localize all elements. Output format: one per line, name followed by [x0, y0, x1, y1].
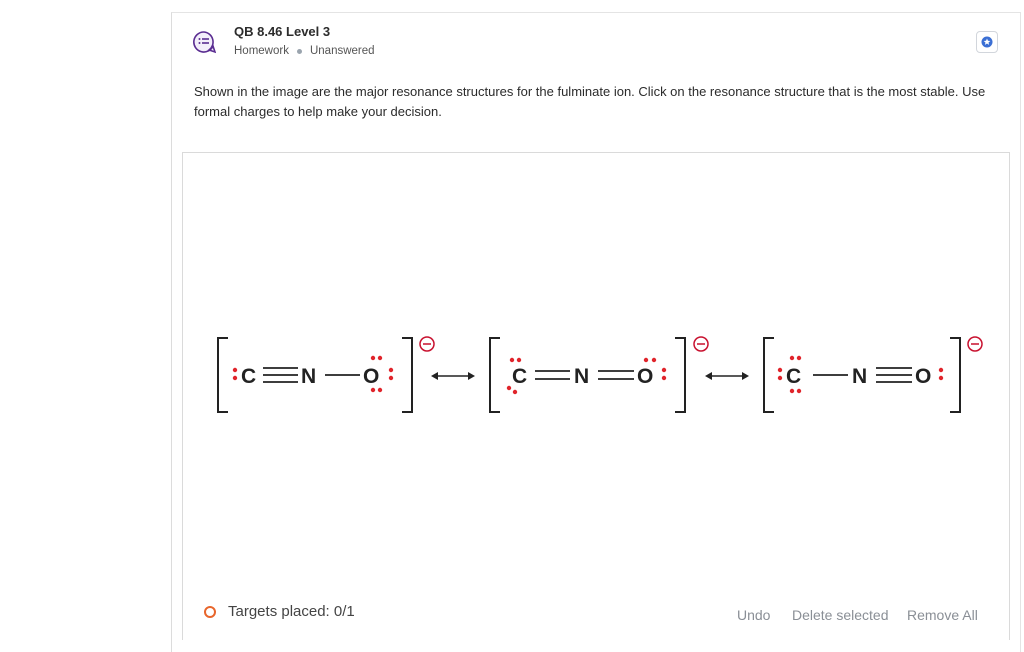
atom-o: O [363, 365, 379, 388]
triple-bond [876, 367, 912, 383]
triple-bond [263, 367, 298, 383]
negative-charge-icon [967, 336, 983, 352]
right-bracket [950, 337, 961, 413]
question-meta: Homework Unanswered [234, 45, 375, 57]
resonance-structure-1[interactable]: C N O [210, 330, 445, 420]
resonance-arrow-icon [431, 372, 475, 380]
resonance-structure-3[interactable]: C N O [756, 330, 991, 420]
question-list-icon [193, 31, 216, 54]
negative-charge-icon [693, 336, 709, 352]
resonance-structure-2[interactable]: C N O [482, 330, 717, 420]
delete-selected-button[interactable]: Delete selected [792, 607, 889, 623]
double-bond [598, 370, 634, 380]
left-bracket [217, 337, 228, 413]
targets-label: Targets placed: 0/1 [228, 603, 355, 620]
lone-pair-dots [938, 367, 944, 381]
negative-charge-icon [419, 336, 435, 352]
resonance-arrow-icon [705, 372, 749, 380]
atom-o: O [637, 365, 653, 388]
lone-pair-dots [232, 367, 238, 381]
left-bracket [763, 337, 774, 413]
question-status: Unanswered [309, 45, 375, 57]
atom-c: C [241, 365, 256, 388]
left-bracket [489, 337, 500, 413]
remove-all-button[interactable]: Remove All [907, 607, 978, 623]
atom-o: O [915, 365, 931, 388]
atom-n: N [574, 365, 589, 388]
double-bond [535, 370, 570, 380]
question-title: QB 8.46 Level 3 [234, 24, 331, 39]
meta-separator-dot [296, 48, 302, 54]
star-icon [981, 36, 993, 48]
bookmark-star-button[interactable] [976, 31, 998, 53]
atom-c: C [512, 365, 527, 388]
question-type: Homework [234, 45, 289, 57]
right-bracket [402, 337, 413, 413]
target-ring-icon [204, 605, 216, 618]
targets-status: Targets placed: 0/1 [204, 603, 355, 620]
atom-n: N [301, 365, 316, 388]
atom-c: C [786, 365, 801, 388]
question-prompt: Shown in the image are the major resonan… [194, 84, 986, 119]
undo-button[interactable]: Undo [737, 607, 770, 623]
atom-n: N [852, 365, 867, 388]
right-bracket [675, 337, 686, 413]
